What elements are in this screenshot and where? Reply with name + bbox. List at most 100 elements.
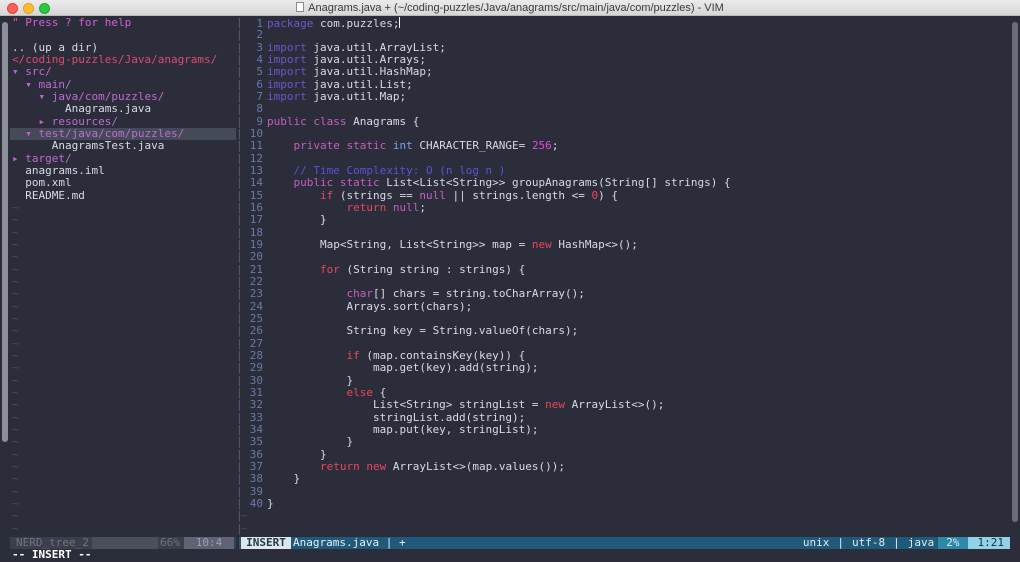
tree-root-label[interactable]: </coding-puzzles/Java/anagrams/ <box>12 53 217 66</box>
tree-file-label[interactable]: Anagrams.java <box>65 102 151 115</box>
code-line[interactable]: 20 <box>241 250 267 263</box>
statusline-cursor-position: 1:21 <box>967 537 1010 549</box>
tilde-marker: ~ <box>12 398 19 412</box>
expanded-arrow-icon[interactable]: ▾ <box>25 127 38 140</box>
code-token: import <box>267 40 307 54</box>
code-token: // Time Complexity: O (n log n ) <box>293 163 506 177</box>
tilde-marker: ~ <box>12 324 19 338</box>
code-token: ; <box>419 200 426 214</box>
line-number: 11 <box>249 139 263 153</box>
tree-file-label[interactable]: README.md <box>25 189 85 202</box>
line-number: 17 <box>249 213 263 227</box>
tilde-marker: ~ <box>12 287 19 301</box>
tree-dir-label[interactable]: main/ <box>39 78 72 91</box>
code-line[interactable]: 24 Arrays.sort(chars); <box>241 299 473 313</box>
tilde-marker: ~ <box>241 509 248 523</box>
tree-dir-label[interactable]: target/ <box>25 152 71 165</box>
code-line[interactable]: 21 for (String string : strings) { <box>241 262 526 276</box>
code-token: int <box>392 139 413 153</box>
right-scrollbar[interactable] <box>1010 17 1020 562</box>
code-line[interactable]: 7 import java.util.Map; <box>241 90 406 103</box>
tilde-marker: ~ <box>12 484 19 498</box>
statusline-filename: Anagrams.java | + <box>293 536 406 549</box>
code-token: String key = String.valueOf(chars); <box>267 324 579 338</box>
window-title: Anagrams.java + (~/coding-puzzles/Java/a… <box>0 1 1020 15</box>
code-line[interactable]: 26 String key = String.valueOf(chars); <box>241 324 579 338</box>
expanded-arrow-icon[interactable]: ▾ <box>12 65 25 78</box>
empty-line-tilde: ~ <box>12 274 236 288</box>
tree-dir-label[interactable]: resources/ <box>52 115 118 128</box>
code-line[interactable]: 1 package com.puzzles; <box>241 17 401 30</box>
empty-line-tilde: ~ <box>12 510 236 522</box>
tree-up-dir-label[interactable]: .. (up a dir) <box>12 41 98 54</box>
line-number: 14 <box>249 176 263 190</box>
code-token: } <box>267 213 327 227</box>
tilde-marker: ~ <box>12 459 19 473</box>
code-line[interactable]: 2 <box>241 28 267 41</box>
tilde-marker: ~ <box>12 200 19 214</box>
editor-statusline: INSERT Anagrams.java | + unix | utf-8 | java… <box>239 537 1010 549</box>
empty-line-tilde: ~ <box>241 522 248 535</box>
expanded-arrow-icon[interactable]: ▾ <box>25 78 38 91</box>
tree-file-label[interactable]: pom.xml <box>25 176 71 189</box>
tilde-marker: ~ <box>12 385 19 399</box>
code-token: (strings == <box>333 188 420 202</box>
empty-line-tilde: ~ <box>12 484 236 498</box>
line-number: 29 <box>249 361 263 375</box>
empty-line-tilde: ~ <box>12 448 236 461</box>
editor-buffer[interactable]: 1 package com.puzzles; 2 3 import java.util.… <box>239 17 1010 539</box>
code-line[interactable]: 11 private static int CHARACTER_RANGE= 2… <box>241 139 559 153</box>
empty-line-tilde: ~ <box>12 214 236 226</box>
code-token: 256 <box>531 139 552 153</box>
collapsed-arrow-icon[interactable]: ▸ <box>12 152 25 165</box>
tree-dir-label[interactable]: test/java/com/puzzles/ <box>39 127 185 140</box>
collapsed-arrow-icon[interactable]: ▸ <box>39 115 52 128</box>
expanded-arrow-icon[interactable]: ▾ <box>39 90 52 103</box>
left-scrollbar-thumb[interactable] <box>2 22 8 442</box>
tree-file-node[interactable]: README.md <box>12 189 236 202</box>
line-number: 5 <box>256 65 263 79</box>
code-line[interactable]: 17 } <box>241 213 327 227</box>
left-scrollbar[interactable] <box>0 17 10 562</box>
code-token: ) { <box>598 188 619 202</box>
tree-file-label[interactable]: AnagramsTest.java <box>52 139 165 152</box>
tilde-marker: ~ <box>12 521 19 535</box>
code-token: new <box>545 398 566 412</box>
tree-file-label[interactable]: anagrams.iml <box>25 164 104 177</box>
empty-line-tilde: ~ <box>12 226 236 239</box>
tilde-marker: ~ <box>12 250 19 264</box>
empty-line-tilde: ~ <box>12 325 236 337</box>
code-line[interactable]: 19 Map<String, List<String>> map = new H… <box>241 238 638 251</box>
tilde-marker: ~ <box>12 472 19 486</box>
code-token: CHARACTER_RANGE= <box>412 139 532 153</box>
code-token: || strings.length <= <box>445 188 592 202</box>
tree-dir-label[interactable]: src/ <box>25 65 52 78</box>
code-token: } <box>267 373 354 387</box>
right-scrollbar-thumb[interactable] <box>1012 22 1018 522</box>
code-token: java.util.ArrayList; <box>306 40 446 54</box>
tree-dir-label[interactable]: java/com/puzzles/ <box>52 90 165 103</box>
code-token: Arrays.sort(chars); <box>267 299 473 313</box>
tree-help-label: " Press ? for help <box>12 16 132 29</box>
nerdtree-panel[interactable]: " Press ? for help .. (up a dir) </coding-… <box>10 16 236 539</box>
empty-line-tilde: ~ <box>12 399 236 411</box>
code-line[interactable]: 39 <box>241 484 267 498</box>
code-token: map.put(key, stringList); <box>267 422 539 436</box>
code-line[interactable]: 9 public class Anagrams { <box>241 115 419 128</box>
command-line[interactable]: -- INSERT -- <box>12 549 91 561</box>
code-token: ArrayList<>(map.values()); <box>386 459 566 473</box>
code-token: (String string : strings) { <box>339 262 526 276</box>
title-bar: Anagrams.java + (~/coding-puzzles/Java/a… <box>0 0 1020 16</box>
code-line[interactable]: 38 } <box>241 472 300 485</box>
line-number: 39 <box>249 484 263 498</box>
tilde-marker: ~ <box>12 274 19 288</box>
line-number: 23 <box>249 287 263 301</box>
code-line[interactable]: 8 <box>241 102 267 115</box>
code-token: List<List<String>> groupAnagrams(String[… <box>379 176 731 190</box>
